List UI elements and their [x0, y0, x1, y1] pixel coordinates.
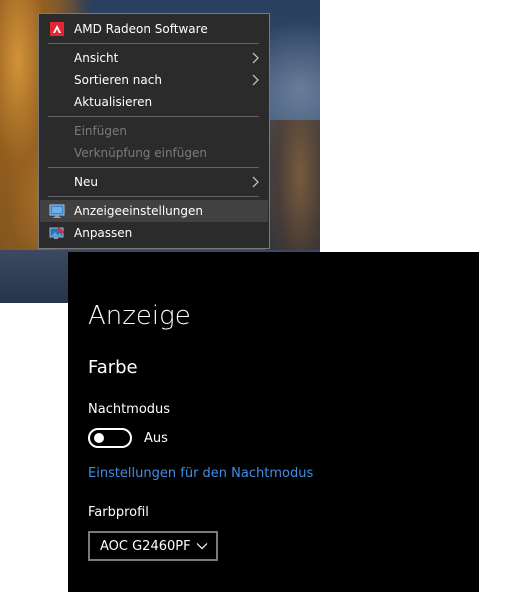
color-profile-dropdown[interactable]: AOC G2460PF [88, 531, 218, 561]
menu-item-anzeigeeinstellungen[interactable]: Anzeigeeinstellungen [40, 200, 268, 222]
menu-item-label: Aktualisieren [74, 95, 153, 109]
page-title: Anzeige [88, 301, 191, 331]
menu-item-neu[interactable]: Neu [40, 171, 268, 193]
menu-separator [48, 167, 259, 168]
menu-item-ansicht[interactable]: Ansicht [40, 47, 268, 69]
menu-item-label: AMD Radeon Software [74, 22, 208, 36]
menu-separator [48, 116, 259, 117]
menu-item-label: Sortieren nach [74, 73, 162, 87]
menu-item-label: Verknüpfung einfügen [74, 146, 207, 160]
menu-item-verknuepfung-einfuegen: Verknüpfung einfügen [40, 142, 268, 164]
display-settings-panel: Anzeige Farbe Nachtmodus Aus Einstellung… [68, 252, 479, 592]
menu-item-amd-radeon-software[interactable]: AMD Radeon Software [40, 18, 268, 40]
color-profile-label: Farbprofil [88, 505, 149, 520]
night-mode-state: Aus [144, 431, 168, 446]
screenshot-root: AMD Radeon Software Ansicht Sortieren na… [0, 0, 522, 609]
desktop-context-menu: AMD Radeon Software Ansicht Sortieren na… [38, 13, 270, 249]
night-mode-label: Nachtmodus [88, 402, 171, 417]
menu-item-label: Ansicht [74, 51, 119, 65]
menu-item-label: Neu [74, 175, 98, 189]
menu-item-label: Anpassen [74, 226, 133, 240]
chevron-down-icon [196, 543, 208, 550]
color-profile-value: AOC G2460PF [100, 539, 191, 554]
toggle-knob [94, 433, 104, 443]
menu-item-label: Anzeigeeinstellungen [74, 204, 203, 218]
menu-item-anpassen[interactable]: Anpassen [40, 222, 268, 244]
chevron-right-icon [252, 74, 259, 86]
night-mode-settings-link[interactable]: Einstellungen für den Nachtmodus [88, 465, 313, 483]
menu-item-aktualisieren[interactable]: Aktualisieren [40, 91, 268, 113]
menu-separator [48, 196, 259, 197]
section-title-color: Farbe [88, 357, 138, 378]
menu-item-sortieren-nach[interactable]: Sortieren nach [40, 69, 268, 91]
menu-item-einfuegen: Einfügen [40, 120, 268, 142]
display-settings-icon [49, 204, 65, 218]
personalize-icon [49, 227, 64, 239]
menu-item-label: Einfügen [74, 124, 127, 138]
menu-separator [48, 43, 259, 44]
chevron-right-icon [252, 176, 259, 188]
night-mode-toggle[interactable] [88, 428, 132, 448]
chevron-right-icon [252, 52, 259, 64]
amd-radeon-icon [50, 22, 64, 36]
